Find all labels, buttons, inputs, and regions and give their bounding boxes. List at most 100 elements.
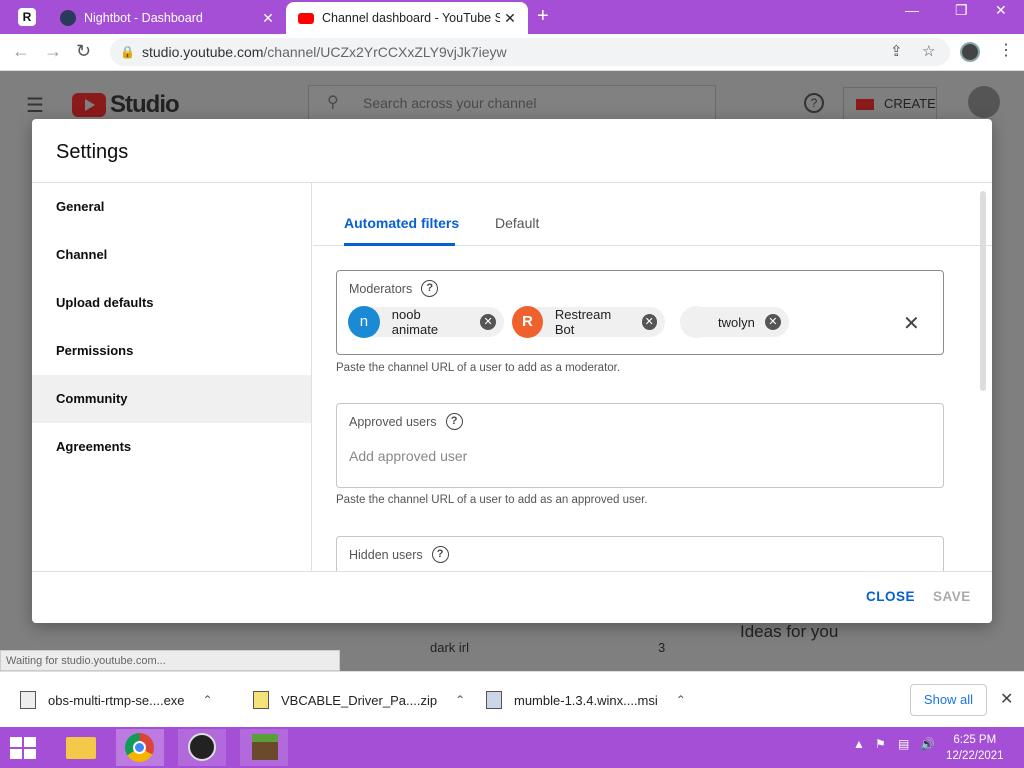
video-camera-icon [856,99,874,110]
clear-all-icon[interactable]: ✕ [903,311,920,336]
studio-logo[interactable]: Studio [72,91,180,119]
lock-icon: 🔒 [120,45,135,59]
obs-icon[interactable] [178,729,226,766]
bg-row-text: dark irl [430,640,470,655]
file-explorer-icon[interactable] [58,729,106,766]
download-filename: mumble-1.3.4.winx....msi [514,692,658,708]
sidebar-item-agreements[interactable]: Agreements [32,423,311,471]
url-path: /channel/UCZx2YrCCXxZLY9vjJk7ieyw [263,44,507,60]
tab-title: Nightbot - Dashboard [84,11,203,25]
taskbar: ▲ ⚑ ▤ 🔊 6:25 PM 12/22/2021 [0,727,1024,768]
share-icon[interactable]: ⇪ [890,38,903,66]
dialog-title: Settings [56,141,129,163]
exe-file-icon [20,691,36,709]
studio-logo-text: Studio [110,91,180,118]
moderator-chip: n noob animate ✕ [348,306,504,338]
approved-users-hint: Paste the channel URL of a user to add a… [336,494,648,506]
profile-avatar[interactable] [960,42,980,62]
moderator-chip: R Restream Bot ✕ [512,306,665,338]
network-icon[interactable]: ▤ [898,737,909,751]
restore-button[interactable]: ❐ [955,2,968,19]
loading-status: Waiting for studio.youtube.com... [0,650,340,671]
browser-tab-strip: R Nightbot - Dashboard ✕ Channel dashboa… [0,0,1024,34]
volume-icon[interactable]: 🔊 [920,737,935,751]
bookmark-star-icon[interactable]: ☆ [922,38,935,66]
moderators-field[interactable]: Moderators ? n noob animate ✕ R Restream… [336,270,944,355]
tab-title: Channel dashboard - YouTube Stu [322,11,500,25]
minecraft-icon[interactable] [240,729,288,766]
close-downloads-icon[interactable]: ✕ [1000,689,1013,709]
close-button[interactable]: CLOSE [866,589,915,604]
studio-search-input[interactable]: ⚲ Search across your channel [308,85,716,121]
settings-dialog: Settings General Channel Upload defaults… [32,119,992,623]
save-button[interactable]: SAVE [933,589,971,604]
tab-close-icon[interactable]: ✕ [500,10,520,27]
hidden-users-label: Hidden users [349,547,423,562]
create-button[interactable]: CREATE [843,87,937,121]
address-toolbar: ← → ↻ 🔒 studio.youtube.com/channel/UCZx2… [0,34,1024,71]
new-tab-button[interactable]: + [537,6,549,26]
reload-icon[interactable]: ↻ [76,41,91,62]
help-icon[interactable]: ? [421,280,439,297]
remove-chip-icon[interactable]: ✕ [641,314,657,330]
bg-row-count: 3 [658,640,666,655]
moderators-label-row: Moderators ? [349,280,439,297]
tray-chevron-icon[interactable]: ▲ [853,737,865,751]
download-item[interactable]: mumble-1.3.4.winx....msi ⌃ [486,672,686,728]
flag-icon[interactable]: ⚑ [875,737,886,751]
approved-users-placeholder: Add approved user [349,448,468,464]
avatar: n [348,306,380,338]
sidebar-item-upload-defaults[interactable]: Upload defaults [32,279,311,327]
chevron-up-icon[interactable]: ⌃ [676,693,686,707]
moderators-hint: Paste the channel URL of a user to add a… [336,362,621,374]
browser-menu-icon[interactable]: ⋮ [998,40,1014,60]
chevron-up-icon[interactable]: ⌃ [203,693,213,707]
minimize-button[interactable]: — [905,2,919,18]
tab-automated-filters[interactable]: Automated filters [344,215,459,231]
hamburger-menu-icon[interactable]: ☰ [26,93,44,118]
chevron-up-icon[interactable]: ⌃ [455,693,465,707]
create-label: CREATE [884,96,936,111]
sidebar-item-channel[interactable]: Channel [32,231,311,279]
msi-file-icon [486,691,502,709]
sidebar-item-community[interactable]: Community [32,375,311,423]
hidden-users-field[interactable]: Hidden users ? [336,536,944,571]
help-icon[interactable]: ? [431,546,449,563]
remove-chip-icon[interactable]: ✕ [480,314,496,330]
download-item[interactable]: obs-multi-rtmp-se....exe ⌃ [20,672,213,728]
tab-default[interactable]: Default [495,215,539,231]
youtube-play-icon [72,93,106,117]
content-scrollbar[interactable] [980,191,986,391]
active-tab-indicator [344,243,455,246]
clock[interactable]: 6:25 PM 12/22/2021 [946,732,1004,764]
restream-extension-icon[interactable]: R [18,8,36,26]
moderator-chip: twolyn ✕ [680,306,789,338]
forward-arrow-icon[interactable]: → [44,41,62,62]
windows-start-icon[interactable] [10,737,36,759]
approved-label-row: Approved users ? [349,413,463,430]
divider [32,571,992,572]
tab-nightbot[interactable]: Nightbot - Dashboard ✕ [48,2,286,34]
nightbot-favicon-icon [60,10,76,26]
clock-time: 6:25 PM [953,734,997,746]
channel-avatar[interactable] [968,86,1000,118]
sidebar-item-permissions[interactable]: Permissions [32,327,311,375]
download-filename: VBCABLE_Driver_Pa....zip [281,692,438,708]
help-icon[interactable]: ? [445,413,463,430]
download-item[interactable]: VBCABLE_Driver_Pa....zip ⌃ [253,672,465,728]
window-close-button[interactable]: ✕ [995,2,1007,19]
approved-users-field[interactable]: Approved users ? Add approved user [336,403,944,488]
back-arrow-icon[interactable]: ← [12,41,30,62]
show-all-button[interactable]: Show all [910,684,987,716]
url-bar[interactable]: 🔒 studio.youtube.com/channel/UCZx2YrCCXx… [110,38,950,66]
remove-chip-icon[interactable]: ✕ [764,314,781,330]
chrome-icon[interactable] [116,729,164,766]
avatar: R [512,306,543,338]
help-icon[interactable]: ? [804,93,824,113]
chip-name: noob animate [391,307,439,337]
moderators-label: Moderators [349,281,413,296]
sidebar-item-general[interactable]: General [32,183,311,231]
tab-close-icon[interactable]: ✕ [258,10,278,27]
tab-youtube-studio[interactable]: Channel dashboard - YouTube Stu ✕ [286,2,528,34]
studio-search-placeholder: Search across your channel [363,95,537,111]
